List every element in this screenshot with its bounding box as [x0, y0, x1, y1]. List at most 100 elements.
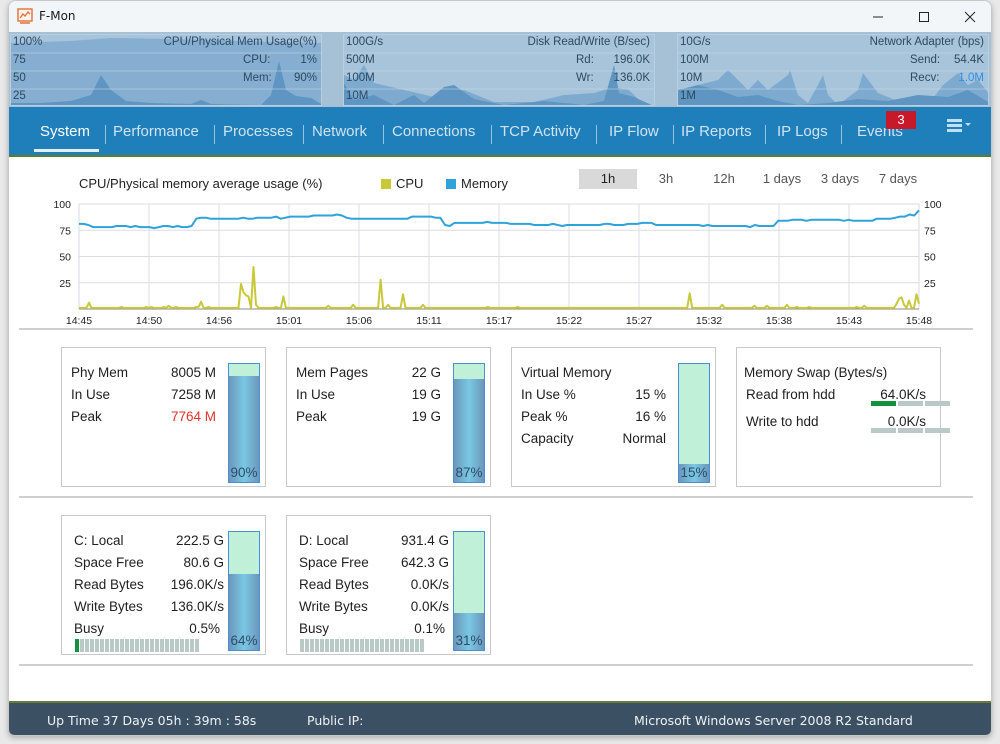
range-1day-button[interactable]: 1 days: [757, 169, 807, 189]
range-12h-button[interactable]: 12h: [704, 169, 744, 189]
tab-network[interactable]: Network: [312, 123, 367, 140]
tab-ip-logs[interactable]: IP Logs: [777, 123, 828, 140]
x-tick-label: 15:11: [416, 315, 442, 327]
busy-block: [135, 639, 139, 652]
x-tick-label: 15:06: [346, 315, 372, 327]
maximize-button[interactable]: [901, 1, 947, 32]
tab-connections[interactable]: Connections: [392, 123, 475, 140]
app-logo-icon: [17, 8, 33, 24]
busy-block: [75, 639, 79, 652]
tab-ip-flow[interactable]: IP Flow: [609, 123, 659, 140]
busy-block: [340, 639, 344, 652]
tab-system[interactable]: System: [40, 123, 90, 140]
in-use-label: In Use: [71, 387, 111, 402]
events-count-badge: 3: [886, 111, 916, 129]
disk-write-label: Wr:: [576, 72, 594, 84]
mem-pages-gauge: 87%: [453, 363, 485, 483]
busy-block: [355, 639, 359, 652]
uptime-text: Up Time 37 Days 05h : 39m : 58s: [47, 713, 257, 728]
busy-block: [105, 639, 109, 652]
hamburger-menu-icon[interactable]: [947, 119, 973, 133]
y-tick-right: 100: [924, 199, 942, 211]
y-tick-left: 75: [59, 225, 71, 237]
range-7days-button[interactable]: 7 days: [873, 169, 923, 189]
tab-separator: [303, 125, 304, 144]
x-tick-label: 15:17: [486, 315, 512, 327]
main-nav: System Performance Processes Network Con…: [9, 107, 991, 157]
mini-chart-network: 10G/s 100M 10M 1M Network Adapter (bps) …: [677, 34, 989, 106]
memory-swap-title: Memory Swap (Bytes/s): [744, 365, 888, 380]
busy-block: [165, 639, 169, 652]
active-tab-indicator: [34, 149, 99, 152]
legend-memory-label: Memory: [461, 176, 508, 191]
peak-label: Peak: [71, 409, 102, 424]
busy-block: [415, 639, 419, 652]
disk-c-gauge: 64%: [228, 531, 260, 651]
y-tick-right: 50: [924, 252, 936, 264]
tab-performance[interactable]: Performance: [113, 123, 199, 140]
busy-block: [350, 639, 354, 652]
in-use-value: 7258 M: [170, 387, 216, 402]
busy-value: 0.1%: [414, 621, 445, 636]
busy-block: [95, 639, 99, 652]
write-to-hdd-label: Write to hdd: [746, 414, 819, 429]
phy-mem-gauge: 90%: [228, 363, 260, 483]
range-3h-button[interactable]: 3h: [646, 169, 686, 189]
disk-d-label: D: Local: [299, 533, 349, 548]
busy-block: [155, 639, 159, 652]
x-tick-label: 15:48: [906, 315, 932, 327]
os-version-text: Microsoft Windows Server 2008 R2 Standar…: [634, 713, 913, 728]
mini-tick: 25: [13, 90, 26, 102]
y-tick-left: 100: [53, 199, 71, 211]
net-recv-label: Recv:: [910, 72, 940, 84]
net-send-label: Send:: [910, 54, 941, 66]
legend-memory[interactable]: Memory: [446, 176, 508, 191]
mini-tick: 10G/s: [680, 36, 711, 48]
range-1h-button[interactable]: 1h: [579, 169, 637, 189]
busy-value: 0.5%: [189, 621, 220, 636]
x-tick-label: 15:22: [556, 315, 582, 327]
mini-tick: 75: [13, 54, 26, 66]
tab-separator: [491, 125, 492, 144]
legend-cpu[interactable]: CPU: [381, 176, 423, 191]
tab-separator: [214, 125, 215, 144]
phy-mem-value: 8005 M: [170, 365, 216, 380]
x-tick-label: 15:43: [836, 315, 862, 327]
tab-ip-reports[interactable]: IP Reports: [681, 123, 752, 140]
busy-block: [365, 639, 369, 652]
busy-meter: [75, 639, 199, 652]
busy-block: [300, 639, 304, 652]
meter-segment: [871, 401, 896, 406]
busy-block: [170, 639, 174, 652]
section-divider: [19, 664, 973, 666]
minimize-button[interactable]: [855, 1, 901, 32]
busy-block: [160, 639, 164, 652]
disk-d-size: 931.4 G: [400, 533, 449, 548]
close-button[interactable]: [947, 1, 991, 32]
busy-block: [85, 639, 89, 652]
tab-tcp-activity[interactable]: TCP Activity: [500, 123, 581, 140]
busy-block: [100, 639, 104, 652]
mini-tick: 10M: [346, 90, 369, 102]
range-3days-button[interactable]: 3 days: [815, 169, 865, 189]
net-recv-value: 1.0M: [958, 72, 984, 84]
busy-block: [130, 639, 134, 652]
busy-block: [305, 639, 309, 652]
disk-c-size: 222.5 G: [175, 533, 224, 548]
busy-label: Busy: [299, 621, 330, 636]
x-tick-label: 15:32: [696, 315, 722, 327]
legend-cpu-label: CPU: [396, 176, 424, 191]
meter-segment: [925, 428, 950, 433]
disk-c-panel: C: Local 222.5 G Space Free 80.6 G Read …: [61, 515, 266, 655]
system-content: 100 100 75 75 50 50 25 25 14:45 14:50 14:56 15:01 15…: [9, 159, 991, 701]
busy-block: [370, 639, 374, 652]
tab-processes[interactable]: Processes: [223, 123, 293, 140]
disk-write-value: 136.0K: [613, 72, 650, 84]
read-bytes-value: 196.0K/s: [170, 577, 224, 592]
mini-chart-title: Network Adapter (bps): [869, 36, 984, 48]
disk-c-label: C: Local: [74, 533, 124, 548]
read-from-hdd-value: 64.0K/s: [880, 387, 926, 402]
x-tick-label: 15:01: [276, 315, 302, 327]
busy-block: [360, 639, 364, 652]
write-to-hdd-meter: [871, 428, 950, 433]
